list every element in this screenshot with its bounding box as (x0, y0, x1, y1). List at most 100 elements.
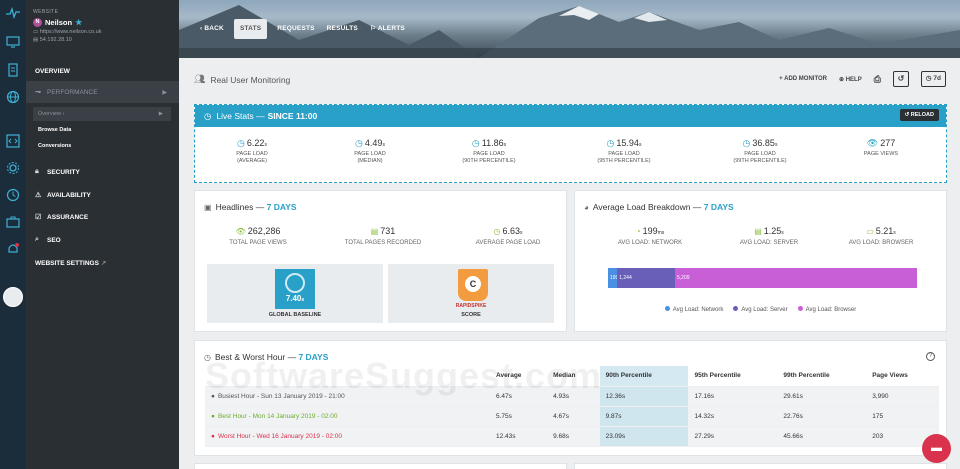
breakdown-metric: ▤ 1.25s AVG LOAD: SERVER (739, 226, 799, 246)
server-icon: ▤ (33, 37, 40, 43)
live-stat: ◷ 36.85s PAGE LOAD (99TH PERCENTILE) (733, 138, 787, 164)
tab-requests[interactable]: REQUESTS (271, 19, 320, 39)
table-row: ● Best Hour - Mon 14 January 2019 - 02:00… (205, 406, 939, 427)
globe-icon[interactable] (6, 90, 20, 104)
info-icon: ● (211, 392, 215, 400)
chevron-right-icon: ▶ (158, 111, 163, 117)
table-row: ● Busiest Hour - Sun 13 January 2019 - 21… (205, 386, 939, 407)
document-icon[interactable] (6, 63, 20, 77)
bar-segment[interactable]: 199 (608, 268, 618, 288)
check-square-icon: ☑ (35, 214, 42, 221)
check-circle-icon: ● (211, 412, 215, 420)
sidebar: WEBSITE N Neilson ★ ▭ https://www.neilso… (26, 0, 179, 469)
chat-button[interactable]: ▬ (922, 434, 951, 463)
eye-icon: 👁︎ (866, 138, 879, 148)
back-button[interactable]: ‹ BACK (194, 19, 230, 39)
external-link-icon: ↗ (100, 260, 107, 267)
pulse-logo-icon[interactable] (6, 6, 20, 20)
live-stats-title: Live Stats — (216, 111, 265, 121)
live-stat: ◷ 11.86s PAGE LOAD (90TH PERCENTILE) (462, 138, 516, 164)
shield-icon: C (458, 269, 488, 301)
stacked-bar: 199 1,244 5,209 (608, 268, 917, 288)
briefcase-icon[interactable] (6, 215, 20, 229)
live-stat: ◷ 4.49s PAGE LOAD (MEDIAN) (354, 138, 386, 164)
legend-item[interactable]: Avg Load: Network (664, 306, 723, 313)
breakdown-metric: ▭ 5.21s AVG LOAD: BROWSER (848, 226, 914, 246)
site-ip: 54.192.28.10 (39, 37, 72, 43)
nav-security[interactable]: 🔒︎ SECURITY (26, 166, 179, 178)
warning-icon: ⚠ (35, 192, 42, 199)
global-baseline: 7.40s GLOBAL BASELINE (207, 264, 383, 323)
subnav-overview[interactable]: Overview › ▶ (33, 107, 171, 121)
legend-dot (664, 306, 670, 311)
bell-icon[interactable] (6, 242, 20, 256)
subnav-browse-data[interactable]: Browse Data (38, 127, 71, 133)
clock-icon: ◷ (355, 138, 363, 148)
nav-performance[interactable]: ⊸ PERFORMANCE ▶ (26, 81, 179, 103)
live-stat: ◷ 15.94s PAGE LOAD (95TH PERCENTILE) (597, 138, 651, 164)
monitor-icon[interactable] (6, 35, 20, 49)
avatar[interactable] (3, 287, 23, 307)
users-icon: 👥︎ (194, 74, 206, 84)
document-icon: ▤ (370, 227, 379, 236)
add-monitor-button[interactable]: + ADD MONITOR (779, 76, 827, 82)
help-icon[interactable]: ? (926, 352, 935, 361)
toolbar: + ADD MONITOR ⊕ HELP ⎙ ↺ ◷ 7d (779, 71, 946, 87)
rapidspike-logo: RAPIDSPIKE (455, 303, 487, 309)
legend-item[interactable]: Avg Load: Server (733, 306, 788, 313)
headline-metric: 👁︎ 262,286 TOTAL PAGE VIEWS (229, 226, 287, 246)
bar-segment[interactable]: 5,209 (675, 268, 917, 288)
live-stats-panel: ◷ Live Stats — SINCE 11:00 ↺ RELOAD ◷ 6.2… (194, 104, 947, 183)
chat-icon: ▬ (931, 442, 942, 454)
legend-dot (733, 306, 739, 311)
clock-icon: ◷ (606, 138, 615, 148)
live-stat: ◷ 6.22s PAGE LOAD (AVERAGE) (236, 138, 268, 164)
clock-icon[interactable] (6, 188, 20, 202)
tab-alerts[interactable]: ⚐ ALERTS (364, 19, 411, 39)
subnav-conversions[interactable]: Conversions (38, 143, 71, 149)
nav-assurance[interactable]: ☑ ASSURANCE (26, 211, 179, 223)
nav-overview[interactable]: OVERVIEW (26, 64, 179, 78)
help-button[interactable]: ⊕ HELP (839, 76, 862, 83)
range-button[interactable]: ◷ 7d (920, 71, 946, 87)
reload-button[interactable]: ↺ RELOAD (899, 109, 939, 121)
globe-icon: 7.40s (275, 269, 315, 309)
best-worst-card: ◷ Best & Worst Hour — 7 DAYS ? Average Me… (194, 340, 947, 456)
tab-results[interactable]: RESULTS (321, 19, 364, 39)
page-title: 👥︎ Real User Monitoring (194, 74, 291, 85)
lock-icon: 🔒︎ (35, 168, 39, 175)
star-icon[interactable]: ★ (75, 18, 82, 27)
nav-website-settings[interactable]: WEBSITE SETTINGS ↗ (26, 257, 179, 269)
rapidspike-score: C RAPIDSPIKE SCORE (388, 264, 554, 323)
search-icon: ⌕ (35, 236, 39, 243)
site-badge: N (33, 18, 42, 27)
clock-icon: ◷ (237, 138, 245, 148)
server-icon: ▤ (754, 227, 762, 236)
clock-icon: ◷ (471, 138, 480, 148)
breakdown-metric: ◔ 199ms AVG LOAD: NETWORK (617, 226, 683, 246)
bar-segment[interactable]: 1,244 (617, 268, 676, 288)
clock-icon: ◷ (493, 227, 501, 236)
eye-icon: 👁︎ (235, 227, 246, 236)
wifi-icon: ◔ (635, 227, 641, 236)
refresh-icon: ↺ (897, 74, 905, 83)
live-stat: 👁︎ 277 PAGE VIEWS (863, 138, 899, 157)
screen-icon: ▭ (33, 29, 40, 35)
site-info: WEBSITE N Neilson ★ ▭ https://www.neilso… (33, 9, 102, 43)
clock-icon: ◷ (742, 138, 751, 148)
tab-stats[interactable]: STATS (233, 19, 268, 39)
gear-icon[interactable] (6, 161, 20, 175)
print-icon[interactable]: ⎙ (874, 74, 881, 85)
nav-availability[interactable]: ⚠ AVAILABILITY (26, 189, 179, 201)
table-header (205, 366, 490, 387)
site-name[interactable]: Neilson (45, 18, 72, 27)
newspaper-icon: ▣ (204, 203, 212, 212)
legend-item[interactable]: Avg Load: Browser (797, 306, 856, 313)
site-label: WEBSITE (33, 9, 59, 15)
top-nav: ‹ BACK STATS REQUESTS RESULTS ⚐ ALERTS (194, 19, 411, 39)
headline-metric: ◷ 6.63s AVERAGE PAGE LOAD (475, 226, 541, 246)
code-icon[interactable] (6, 134, 20, 148)
refresh-button[interactable]: ↺ (892, 71, 909, 87)
next-card (574, 463, 947, 469)
nav-seo[interactable]: ⌕ SEO (26, 234, 179, 246)
